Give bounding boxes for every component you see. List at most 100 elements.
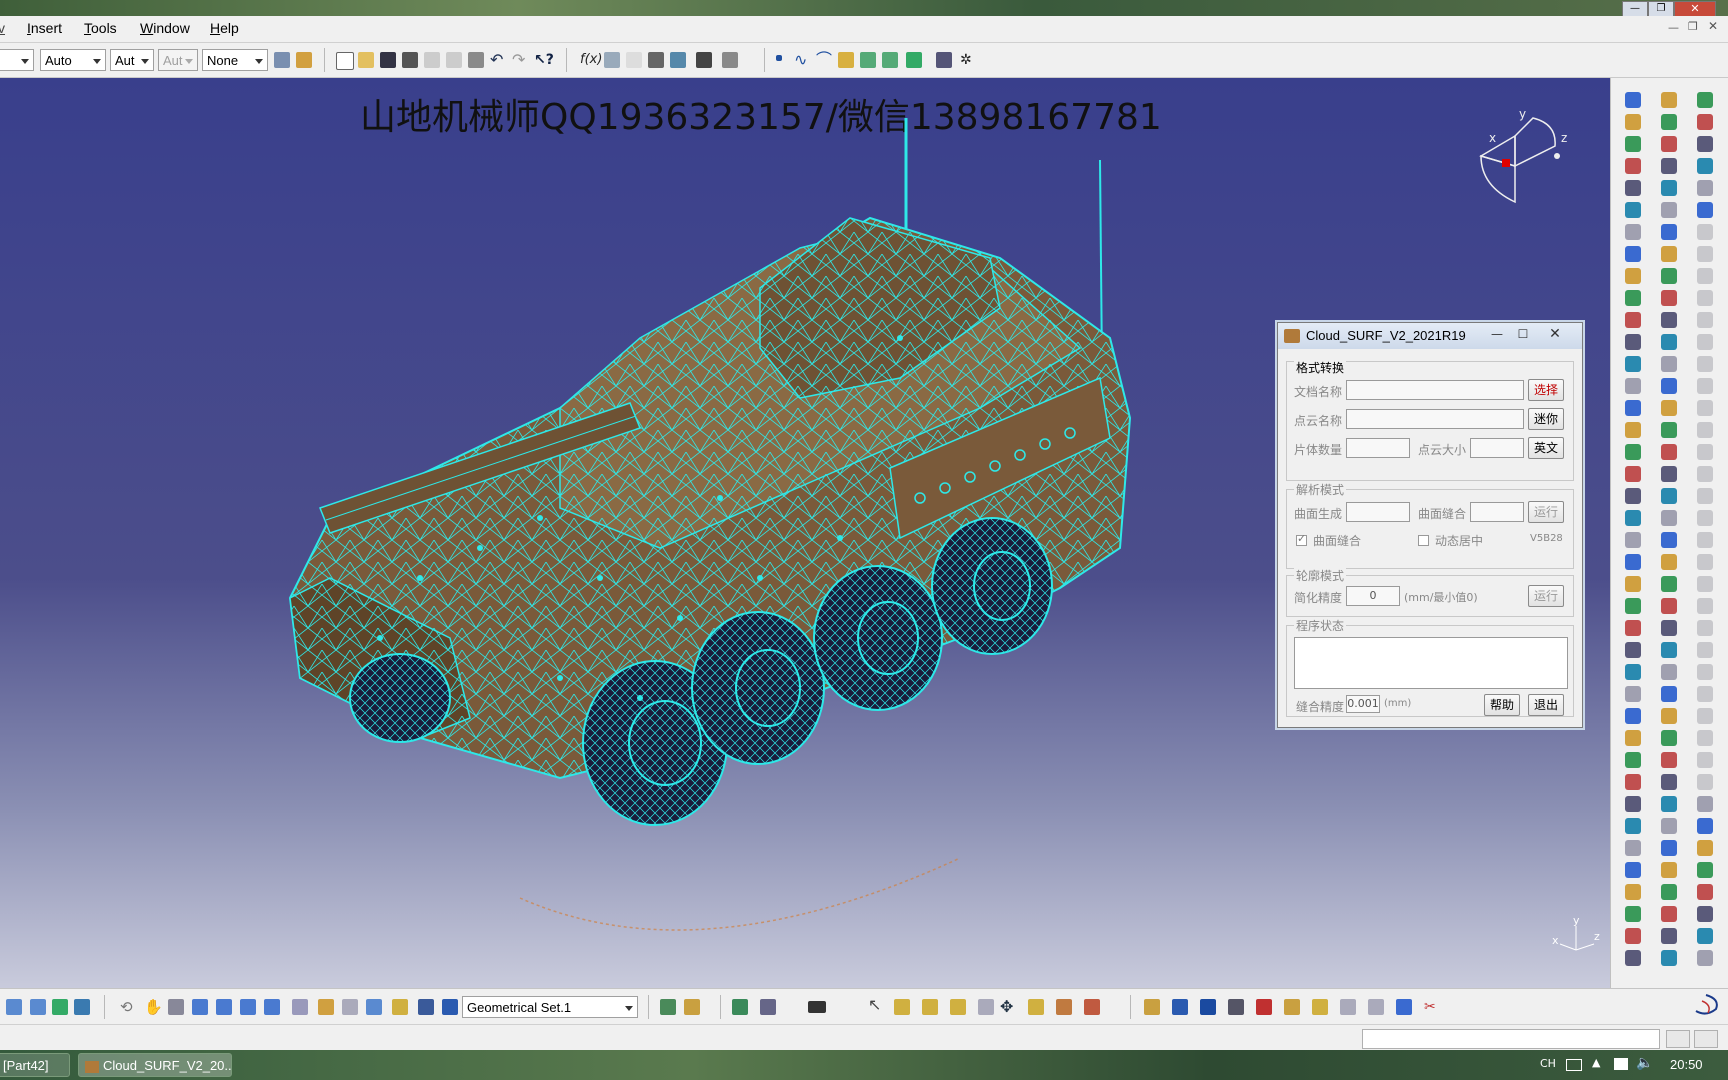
right-toolbar-tool-icon[interactable]: [1625, 488, 1641, 504]
paste-icon[interactable]: [468, 52, 484, 68]
right-toolbar-tool-icon[interactable]: [1625, 708, 1641, 724]
dialog-minimize-icon[interactable]: —: [1486, 326, 1508, 342]
right-toolbar-tool-icon[interactable]: [1625, 466, 1641, 482]
hierarchy-icon[interactable]: [366, 999, 382, 1015]
right-toolbar-tool-icon[interactable]: [1697, 950, 1713, 966]
right-toolbar-tool-icon[interactable]: [1661, 774, 1677, 790]
sew-precision-field[interactable]: 0.001: [1346, 695, 1380, 713]
display-mode-icon[interactable]: [74, 999, 90, 1015]
dialog-close-icon[interactable]: ✕: [1544, 326, 1566, 342]
right-toolbar-tool-icon[interactable]: [1697, 642, 1713, 658]
taskbar-cloud-surf[interactable]: Cloud_SURF_V2_20...: [78, 1053, 232, 1077]
right-toolbar-tool-icon[interactable]: [1625, 510, 1641, 526]
right-toolbar-tool-icon[interactable]: [1697, 686, 1713, 702]
right-toolbar-tool-icon[interactable]: [1697, 708, 1713, 724]
join-icon[interactable]: [860, 52, 876, 68]
menu-help[interactable]: Help: [210, 20, 239, 36]
right-toolbar-tool-icon[interactable]: [1661, 950, 1677, 966]
network-icon[interactable]: [1614, 1058, 1628, 1070]
right-toolbar-tool-icon[interactable]: [1697, 136, 1713, 152]
english-button[interactable]: 英文: [1528, 437, 1564, 459]
work-support-icon[interactable]: [216, 999, 232, 1015]
eraser-icon[interactable]: [1256, 999, 1272, 1015]
offset-icon[interactable]: [1368, 999, 1384, 1015]
zoom-icon[interactable]: [1028, 999, 1044, 1015]
right-toolbar-tool-icon[interactable]: [1661, 620, 1677, 636]
right-toolbar-tool-icon[interactable]: [1625, 334, 1641, 350]
right-toolbar-tool-icon[interactable]: [1625, 400, 1641, 416]
right-toolbar-tool-icon[interactable]: [1661, 334, 1677, 350]
right-toolbar-tool-icon[interactable]: [1661, 400, 1677, 416]
heal-icon[interactable]: [882, 52, 898, 68]
right-toolbar-tool-icon[interactable]: [1697, 202, 1713, 218]
transfer-icon[interactable]: [1200, 999, 1216, 1015]
right-toolbar-tool-icon[interactable]: [1697, 774, 1713, 790]
measure-icon[interactable]: [722, 52, 738, 68]
cut-icon[interactable]: [424, 52, 440, 68]
whats-this-icon[interactable]: ↖?: [534, 52, 554, 68]
right-toolbar-tool-icon[interactable]: [1661, 378, 1677, 394]
paint-icon[interactable]: [1084, 999, 1100, 1015]
lock-icon[interactable]: [696, 52, 712, 68]
geometrical-set-icon[interactable]: [442, 999, 458, 1015]
right-toolbar-tool-icon[interactable]: [1697, 246, 1713, 262]
right-toolbar-tool-icon[interactable]: [1697, 884, 1713, 900]
right-toolbar-tool-icon[interactable]: [1697, 334, 1713, 350]
select-arrow-icon[interactable]: [894, 999, 910, 1015]
pen-icon[interactable]: [1228, 999, 1244, 1015]
right-toolbar-tool-icon[interactable]: [1625, 246, 1641, 262]
scale-icon[interactable]: [1284, 999, 1300, 1015]
right-toolbar-tool-icon[interactable]: [1661, 576, 1677, 592]
analysis-icon[interactable]: [684, 999, 700, 1015]
right-toolbar-tool-icon[interactable]: [1697, 158, 1713, 174]
open-file-icon[interactable]: [358, 52, 374, 68]
right-toolbar-tool-icon[interactable]: [1697, 906, 1713, 922]
right-toolbar-tool-icon[interactable]: [1625, 92, 1641, 108]
redo-icon[interactable]: ↷: [512, 52, 528, 68]
right-toolbar-tool-icon[interactable]: [1625, 290, 1641, 306]
doc-name-field[interactable]: [1346, 380, 1524, 400]
thickness-combo[interactable]: Aut: [158, 49, 198, 71]
exit-button[interactable]: 退出: [1528, 694, 1564, 716]
select-polygon-icon[interactable]: [950, 999, 966, 1015]
right-toolbar-tool-icon[interactable]: [1625, 686, 1641, 702]
right-toolbar-tool-icon[interactable]: [1625, 224, 1641, 240]
combo-fragment[interactable]: [0, 49, 34, 71]
mini-button[interactable]: 迷你: [1528, 408, 1564, 430]
right-toolbar-tool-icon[interactable]: [1661, 224, 1677, 240]
right-toolbar-tool-icon[interactable]: [1661, 928, 1677, 944]
right-toolbar-tool-icon[interactable]: [1661, 510, 1677, 526]
right-toolbar-tool-icon[interactable]: [1661, 862, 1677, 878]
right-toolbar-tool-icon[interactable]: [1625, 268, 1641, 284]
right-toolbar-tool-icon[interactable]: [1625, 114, 1641, 130]
right-toolbar-tool-icon[interactable]: [1697, 818, 1713, 834]
right-toolbar-tool-icon[interactable]: [1697, 840, 1713, 856]
keyboard-icon[interactable]: [1566, 1059, 1582, 1071]
right-toolbar-tool-icon[interactable]: [1625, 862, 1641, 878]
right-toolbar-tool-icon[interactable]: [1697, 400, 1713, 416]
right-toolbar-tool-icon[interactable]: [1697, 554, 1713, 570]
right-toolbar-tool-icon[interactable]: [1625, 620, 1641, 636]
snap-icon[interactable]: [264, 999, 280, 1015]
filter-icon[interactable]: [1172, 999, 1188, 1015]
rotate-icon[interactable]: ⟲: [120, 999, 136, 1015]
right-toolbar-tool-icon[interactable]: [1661, 884, 1677, 900]
right-toolbar-tool-icon[interactable]: [1697, 752, 1713, 768]
right-toolbar-tool-icon[interactable]: [1697, 532, 1713, 548]
minimize-app-icon[interactable]: —: [1622, 1, 1648, 17]
right-toolbar-tool-icon[interactable]: [1625, 444, 1641, 460]
right-toolbar-tool-icon[interactable]: [1625, 796, 1641, 812]
right-toolbar-tool-icon[interactable]: [1697, 224, 1713, 240]
right-toolbar-tool-icon[interactable]: [1625, 180, 1641, 196]
right-toolbar-tool-icon[interactable]: [1697, 180, 1713, 196]
surface-sew-field[interactable]: [1470, 502, 1524, 522]
menu-tools[interactable]: Tools: [84, 20, 117, 36]
help-button[interactable]: 帮助: [1484, 694, 1520, 716]
grid-icon[interactable]: [936, 52, 952, 68]
right-toolbar-tool-icon[interactable]: [1661, 246, 1677, 262]
right-toolbar-tool-icon[interactable]: [1697, 730, 1713, 746]
right-toolbar-tool-icon[interactable]: [1697, 268, 1713, 284]
right-toolbar-tool-icon[interactable]: [1625, 664, 1641, 680]
right-toolbar-tool-icon[interactable]: [1625, 422, 1641, 438]
right-toolbar-tool-icon[interactable]: [1697, 92, 1713, 108]
